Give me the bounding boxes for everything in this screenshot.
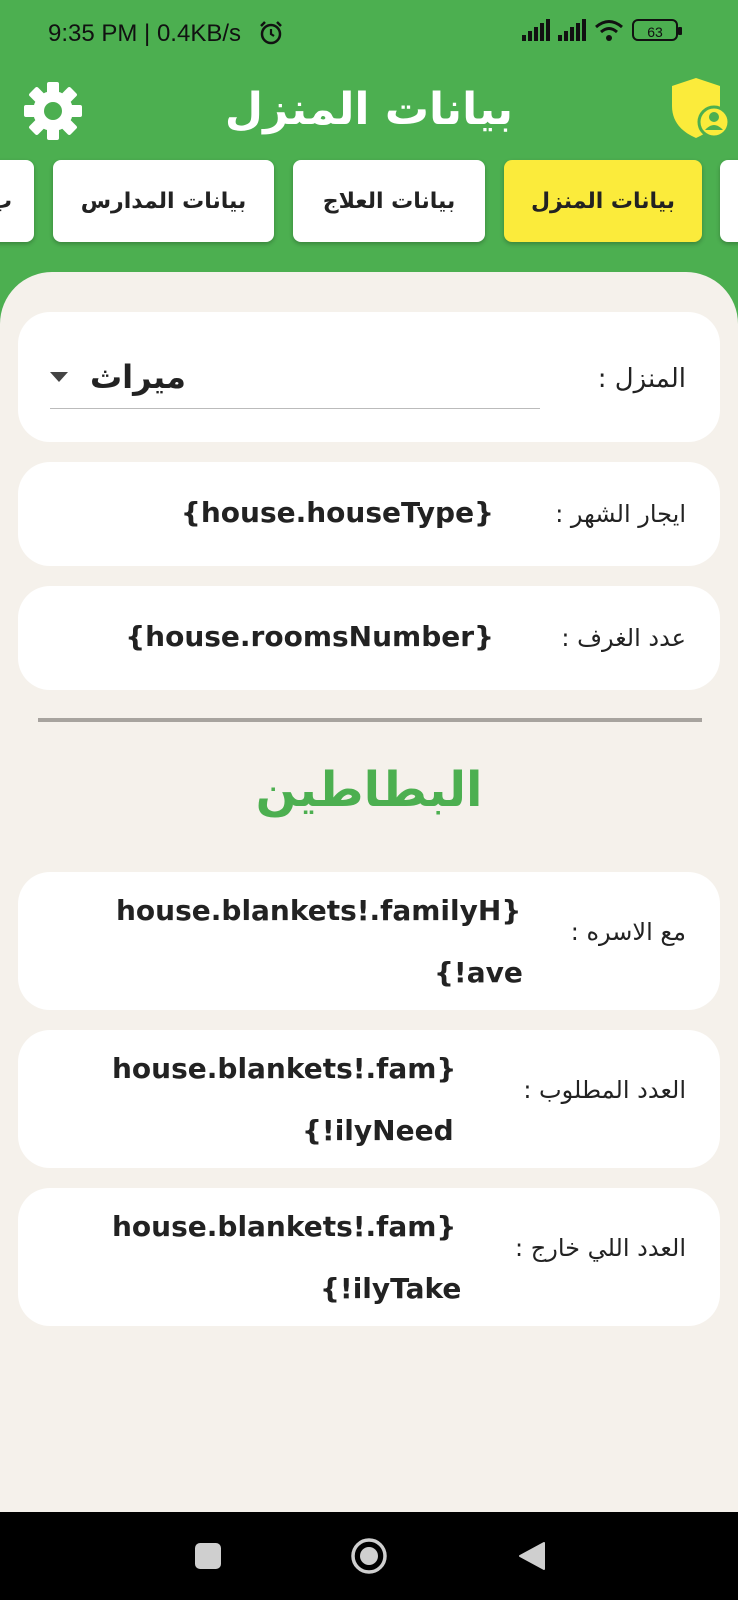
needed-card: العدد المطلوب : house.blankets!.fam} {!i…	[18, 1030, 720, 1168]
tab-edge[interactable]	[720, 160, 738, 242]
blankets-title: البطاطين	[255, 762, 483, 818]
category-tabs: بيانات المنزل بيانات العلاج بيانات المدا…	[0, 160, 738, 246]
status-bar: 9:35 PM | 0.4KB/s 63	[0, 0, 738, 68]
tab-schools[interactable]: بيانات المدارس	[53, 160, 274, 242]
circle-icon	[351, 1538, 387, 1574]
rooms-value: {house.roomsNumber}	[125, 620, 494, 653]
needed-label: العدد المطلوب :	[523, 1076, 686, 1104]
with-family-card: مع الاسره : house.blankets!.familyH} {!a…	[18, 872, 720, 1010]
rooms-card: عدد الغرف : {house.roomsNumber}	[18, 586, 720, 690]
square-icon	[195, 1543, 221, 1569]
house-label: المنزل :	[597, 364, 686, 394]
signal-2-icon	[558, 19, 586, 41]
dropdown-caret-icon	[50, 372, 68, 382]
rent-card: ايجار الشهر : {house.houseType}	[18, 462, 720, 566]
taken-out-card: العدد اللي خارج : house.blankets!.fam} {…	[18, 1188, 720, 1326]
needed-value: house.blankets!.fam} {!ilyNeed	[112, 1038, 456, 1162]
page-title: بيانات المنزل	[224, 84, 514, 135]
content-panel: المنزل : ميراث ايجار الشهر : {house.hous…	[0, 272, 738, 1512]
house-selected: ميراث	[90, 358, 186, 396]
alarm-icon	[260, 21, 282, 45]
rent-label: ايجار الشهر :	[555, 500, 686, 528]
needed-line2: {!ilyNeed	[302, 1114, 454, 1147]
tab-house[interactable]: بيانات المنزل	[504, 160, 702, 242]
rooms-label: عدد الغرف :	[561, 624, 686, 652]
wifi-icon	[595, 20, 623, 41]
rent-value: {house.houseType}	[180, 496, 494, 529]
app-bar: بيانات المنزل	[0, 68, 738, 148]
house-dropdown[interactable]: ميراث	[50, 346, 540, 409]
battery-icon: 63	[632, 19, 682, 41]
tab-partial[interactable]: ب	[0, 160, 34, 242]
battery-level: 63	[647, 24, 663, 40]
back-button[interactable]	[512, 1512, 552, 1600]
taken-out-label: العدد اللي خارج :	[515, 1234, 686, 1262]
system-nav-bar	[0, 1512, 738, 1600]
admin-shield-icon[interactable]	[668, 76, 732, 140]
taken-out-line1: house.blankets!.fam}	[112, 1210, 457, 1243]
taken-out-line2: {!ilyTake	[320, 1272, 462, 1305]
with-family-label: مع الاسره :	[570, 918, 686, 946]
taken-out-value: house.blankets!.fam} {!ilyTake	[112, 1196, 461, 1320]
needed-line1: house.blankets!.fam}	[112, 1052, 457, 1085]
house-card: المنزل : ميراث	[18, 312, 720, 442]
with-family-value: house.blankets!.familyH} {!ave	[116, 880, 523, 1004]
home-button[interactable]	[346, 1512, 392, 1600]
triangle-back-icon	[519, 1542, 545, 1570]
with-family-line2: {!ave	[434, 956, 523, 989]
tab-treatment[interactable]: بيانات العلاج	[293, 160, 485, 242]
status-time: 9:35 PM | 0.4KB/s	[48, 20, 241, 47]
section-divider	[38, 718, 702, 722]
signal-icon	[522, 19, 550, 41]
recents-button[interactable]	[186, 1512, 230, 1600]
with-family-line1: house.blankets!.familyH}	[116, 894, 522, 927]
